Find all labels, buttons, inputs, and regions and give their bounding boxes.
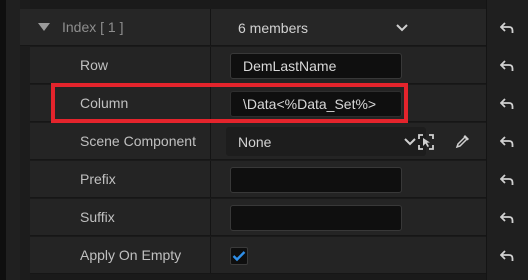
property-row-suffix: Suffix: [30, 199, 486, 236]
property-row-column: Column \Data<%Data_Set%>: [30, 85, 486, 122]
members-count: 6 members: [238, 19, 309, 36]
property-row-apply-on-empty: Apply On Empty: [30, 237, 486, 274]
select-actor-icon[interactable]: [417, 133, 435, 151]
property-row-prefix: Prefix: [30, 161, 486, 198]
reset-arrow-icon: [500, 21, 514, 33]
reset-arrow-button[interactable]: [486, 85, 528, 122]
eyedropper-icon[interactable]: [454, 132, 472, 150]
reset-arrow-button[interactable]: [486, 237, 528, 274]
reset-arrow-icon: [500, 211, 514, 223]
members-dropdown[interactable]: 6 members: [226, 9, 426, 46]
apply-on-empty-checkbox[interactable]: [230, 247, 248, 265]
row-label: Row: [80, 57, 109, 73]
scene-component-dropdown[interactable]: None: [226, 127, 426, 156]
column-label: Column: [80, 95, 129, 111]
chevron-down-icon: [404, 138, 416, 146]
reset-arrow-button[interactable]: [486, 47, 528, 84]
reset-arrow-button[interactable]: [486, 9, 528, 46]
expand-triangle-icon[interactable]: [38, 23, 50, 31]
index-row[interactable]: Index [ 1 ] 6 members: [20, 9, 486, 46]
scene-component-label: Scene Component: [80, 133, 196, 149]
column-divider[interactable]: [210, 47, 211, 83]
column-divider[interactable]: [210, 237, 211, 273]
scene-component-value: None: [238, 133, 272, 150]
property-row-scene-component: Scene Component None: [30, 123, 486, 160]
reset-column: [486, 0, 528, 280]
property-row-row: Row DemLastName: [30, 47, 486, 84]
reset-arrow-icon: [500, 249, 514, 261]
column-divider[interactable]: [210, 9, 211, 45]
reset-arrow-button[interactable]: [486, 123, 528, 160]
index-label: Index [ 1 ]: [62, 19, 124, 35]
suffix-input[interactable]: [230, 205, 402, 231]
reset-arrow-icon: [500, 59, 514, 71]
prefix-input[interactable]: [230, 167, 402, 193]
column-divider[interactable]: [210, 85, 211, 121]
row-input[interactable]: DemLastName: [230, 53, 402, 79]
column-input[interactable]: \Data<%Data_Set%>: [230, 91, 402, 117]
suffix-label: Suffix: [80, 209, 115, 225]
reset-arrow-icon: [500, 135, 514, 147]
reset-arrow-button[interactable]: [486, 161, 528, 198]
reset-arrow-icon: [500, 97, 514, 109]
column-divider[interactable]: [210, 123, 211, 159]
column-divider[interactable]: [210, 161, 211, 197]
column-divider[interactable]: [210, 199, 211, 235]
reset-arrow-button[interactable]: [486, 199, 528, 236]
indent-guide: [6, 0, 20, 280]
checkmark-icon: [232, 251, 246, 262]
chevron-down-icon: [396, 24, 408, 32]
apply-on-empty-label: Apply On Empty: [80, 247, 182, 263]
reset-arrow-icon: [500, 173, 514, 185]
prefix-label: Prefix: [80, 171, 116, 187]
details-panel: Index [ 1 ] 6 members Row DemLastName Co…: [0, 0, 528, 280]
